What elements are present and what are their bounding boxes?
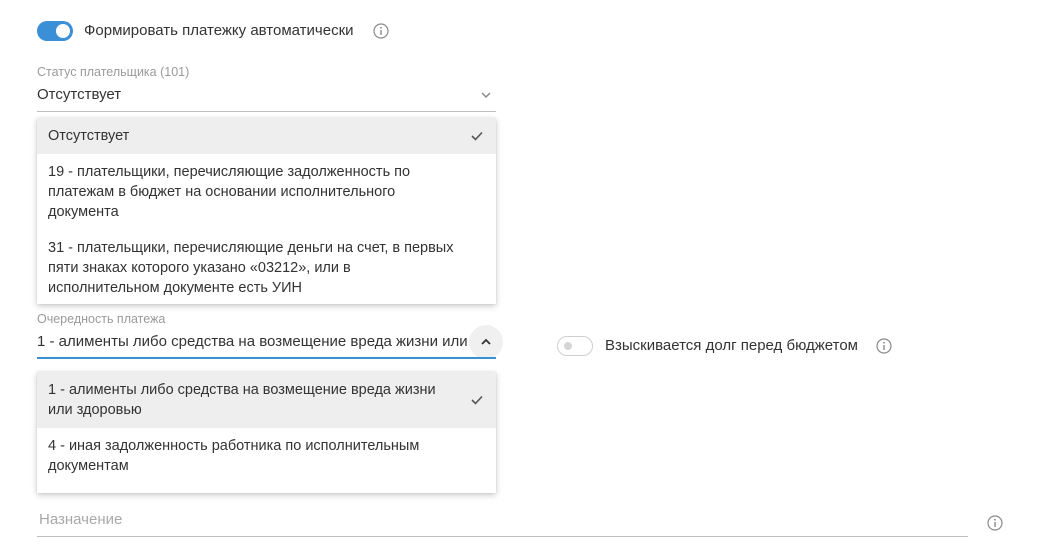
auto-payment-toggle[interactable] bbox=[37, 21, 73, 41]
chevron-down-icon[interactable] bbox=[479, 88, 493, 102]
payment-order-option[interactable]: 4 - иная задолженность работника по испо… bbox=[37, 436, 496, 484]
toggle-knob bbox=[56, 24, 70, 38]
info-circle-icon[interactable] bbox=[987, 515, 1003, 531]
payment-order-option[interactable]: 1 - алименты либо средства на возмещение… bbox=[37, 372, 496, 428]
payment-order-label: Очередность платежа bbox=[37, 312, 166, 326]
option-label: Отсутствует bbox=[48, 128, 130, 144]
payer-status-option[interactable]: 19 - плательщики, перечисляющие задолжен… bbox=[37, 162, 496, 230]
purpose-placeholder[interactable]: Назначение bbox=[39, 511, 122, 528]
auto-payment-label: Формировать платежку автоматически bbox=[84, 22, 354, 39]
option-label: 19 - плательщики, перечисляющие задолжен… bbox=[48, 164, 411, 220]
payer-status-option[interactable]: 31 - плательщики, перечисляющие деньги н… bbox=[37, 238, 496, 304]
payment-order-value[interactable]: 1 - алименты либо средства на возмещение… bbox=[37, 333, 468, 350]
payment-order-underline bbox=[37, 357, 496, 359]
payer-status-dropdown: Отсутствует 19 - плательщики, перечисляю… bbox=[37, 118, 496, 304]
check-icon bbox=[471, 395, 483, 405]
payer-status-label: Статус плательщика (101) bbox=[37, 65, 190, 79]
toggle-knob bbox=[564, 342, 572, 350]
chevron-up-icon[interactable] bbox=[479, 335, 493, 349]
payment-order-dropdown: 1 - алименты либо средства на возмещение… bbox=[37, 372, 496, 493]
option-label: 1 - алименты либо средства на возмещение… bbox=[48, 382, 436, 418]
budget-debt-label: Взыскивается долг перед бюджетом bbox=[605, 337, 858, 354]
payer-status-value[interactable]: Отсутствует bbox=[37, 86, 467, 103]
info-circle-icon[interactable] bbox=[373, 23, 389, 39]
purpose-underline bbox=[37, 536, 968, 537]
budget-debt-toggle[interactable] bbox=[557, 336, 593, 356]
option-label: 4 - иная задолженность работника по испо… bbox=[48, 438, 420, 474]
info-circle-icon[interactable] bbox=[876, 338, 892, 354]
check-icon bbox=[471, 131, 483, 141]
payer-status-underline bbox=[37, 111, 496, 112]
option-label: 31 - плательщики, перечисляющие деньги н… bbox=[48, 240, 454, 296]
payer-status-option[interactable]: Отсутствует bbox=[37, 118, 496, 154]
